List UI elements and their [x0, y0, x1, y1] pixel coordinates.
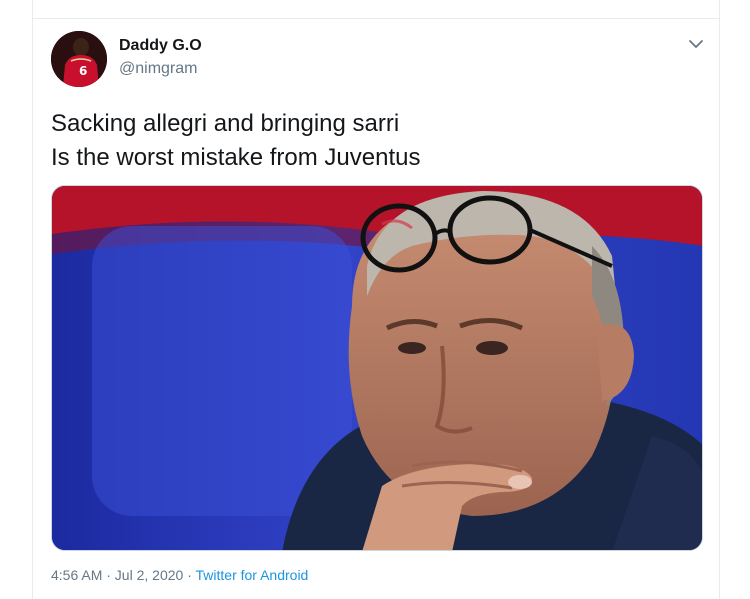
tweet-source-link[interactable]: Twitter for Android [196, 567, 309, 583]
tweet-text-line-1: Sacking allegri and bringing sarri [51, 110, 400, 137]
divider [33, 18, 719, 19]
tweet-meta: 4:56 AM · Jul 2, 2020 · Twitter for Andr… [51, 567, 309, 583]
tweet-timestamp[interactable]: 4:56 AM · Jul 2, 2020 [51, 567, 183, 583]
user-handle[interactable]: @nimgram [119, 60, 197, 78]
tweet-photo[interactable] [51, 185, 703, 551]
tweet-card: 6 Daddy G.O @nimgram Sacking allegri and… [32, 0, 720, 599]
chevron-down-icon[interactable] [688, 37, 704, 51]
avatar-jersey-number: 6 [79, 64, 87, 78]
display-name[interactable]: Daddy G.O [119, 37, 202, 55]
avatar[interactable]: 6 [51, 31, 107, 87]
tweet-text-line-2: Is the worst mistake from Juventus [51, 144, 421, 171]
tweet-text: Sacking allegri and bringing sarri Is th… [51, 107, 420, 175]
